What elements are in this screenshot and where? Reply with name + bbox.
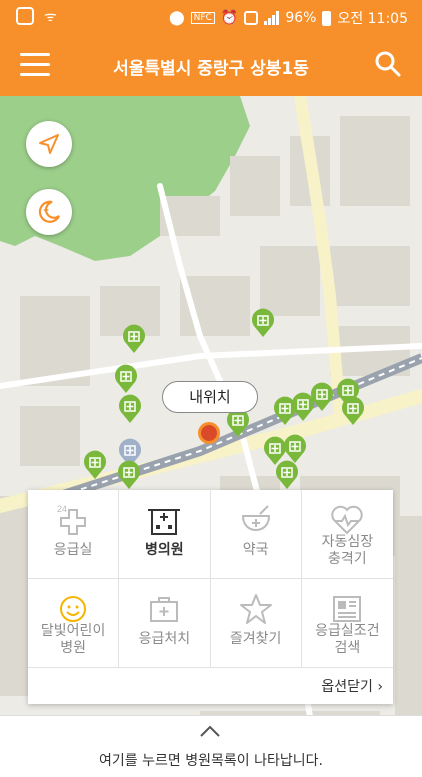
option-emergency-room[interactable]: 24 응급실 [28, 490, 120, 579]
option-hospital-clinic[interactable]: 병의원 [119, 490, 211, 579]
my-location-button[interactable] [26, 121, 72, 167]
option-favorites[interactable]: 즐겨찾기 [210, 579, 302, 668]
alarm-icon: ⏰ [220, 10, 239, 26]
options-grid: 24 응급실 병의원 약국 자동심장 충격기 달빛어린이 병원 응급처치 즐겨찾… [28, 490, 393, 668]
option-label: 달빛어린이 병원 [40, 623, 106, 656]
option-label: 응급실조건 검색 [315, 623, 380, 656]
nfc-badge: NFC [190, 12, 215, 24]
navigation-arrow-icon [39, 134, 59, 154]
wifi-calling-icon: ᯤ [44, 9, 57, 25]
heart-pulse-icon [331, 505, 364, 535]
star-icon [239, 594, 272, 624]
option-label: 응급처치 [138, 631, 191, 647]
document-search-icon [333, 596, 362, 622]
option-label: 응급실 [53, 542, 93, 558]
battery-percent: 96% [285, 10, 317, 26]
option-label: 즐겨찾기 [229, 631, 282, 647]
option-er-condition-search[interactable]: 응급실조건 검색 [301, 579, 393, 668]
signal-icon [264, 11, 280, 25]
search-icon[interactable] [374, 50, 402, 78]
option-label: 병의원 [145, 542, 184, 558]
app-bar: 서울특별시 중랑구 상봉1동 [0, 34, 422, 96]
hospital-marker[interactable] [82, 450, 108, 480]
option-label: 자동심장 충격기 [321, 534, 374, 567]
hospital-building-icon [148, 509, 181, 535]
option-moonlight-children-hospital[interactable]: 달빛어린이 병원 [28, 579, 120, 668]
close-options-button[interactable]: 옵션닫기 › [321, 676, 383, 696]
hospital-marker[interactable] [121, 324, 147, 354]
options-panel: 24 응급실 병의원 약국 자동심장 충격기 달빛어린이 병원 응급처치 즐겨찾… [28, 490, 393, 704]
clock: 오전 11:05 [337, 11, 408, 27]
hospital-marker[interactable] [117, 394, 143, 424]
moon-star-icon [38, 200, 60, 223]
data-icon [244, 11, 259, 25]
first-aid-kit-icon [150, 597, 179, 622]
hospital-list-sheet[interactable]: 여기를 누르면 병원목록이 나타납니다. [0, 715, 422, 777]
option-first-aid[interactable]: 응급처치 [119, 579, 211, 668]
night-mode-button[interactable] [26, 189, 72, 235]
option-aed[interactable]: 자동심장 충격기 [301, 490, 393, 579]
chevron-up-icon [200, 725, 220, 737]
smiley-child-icon [60, 596, 87, 622]
status-bar: ᯤ ⬤ NFC ⏰ 96% 오전 11:05 [0, 0, 422, 34]
location-icon: ⬤ [169, 10, 185, 26]
hospital-marker[interactable] [250, 308, 276, 338]
svg-text:24: 24 [57, 504, 67, 514]
hospital-marker[interactable] [116, 460, 142, 490]
app-notification-icon [16, 7, 34, 25]
cross-24h-icon: 24 [57, 504, 87, 535]
my-location-marker [198, 422, 220, 444]
hospital-marker[interactable] [113, 364, 139, 394]
battery-icon [322, 10, 332, 26]
page-title: 서울특별시 중랑구 상봉1동 [113, 59, 309, 79]
hospital-marker[interactable] [309, 382, 335, 412]
hospital-marker[interactable] [274, 460, 300, 490]
list-hint-text: 여기를 누르면 병원목록이 나타납니다. [99, 753, 323, 769]
my-location-label[interactable]: 내위치 [162, 381, 258, 413]
mortar-pharmacy-icon [241, 505, 270, 532]
option-pharmacy[interactable]: 약국 [210, 490, 302, 579]
option-label: 약국 [242, 542, 269, 558]
hospital-marker[interactable] [340, 396, 366, 426]
